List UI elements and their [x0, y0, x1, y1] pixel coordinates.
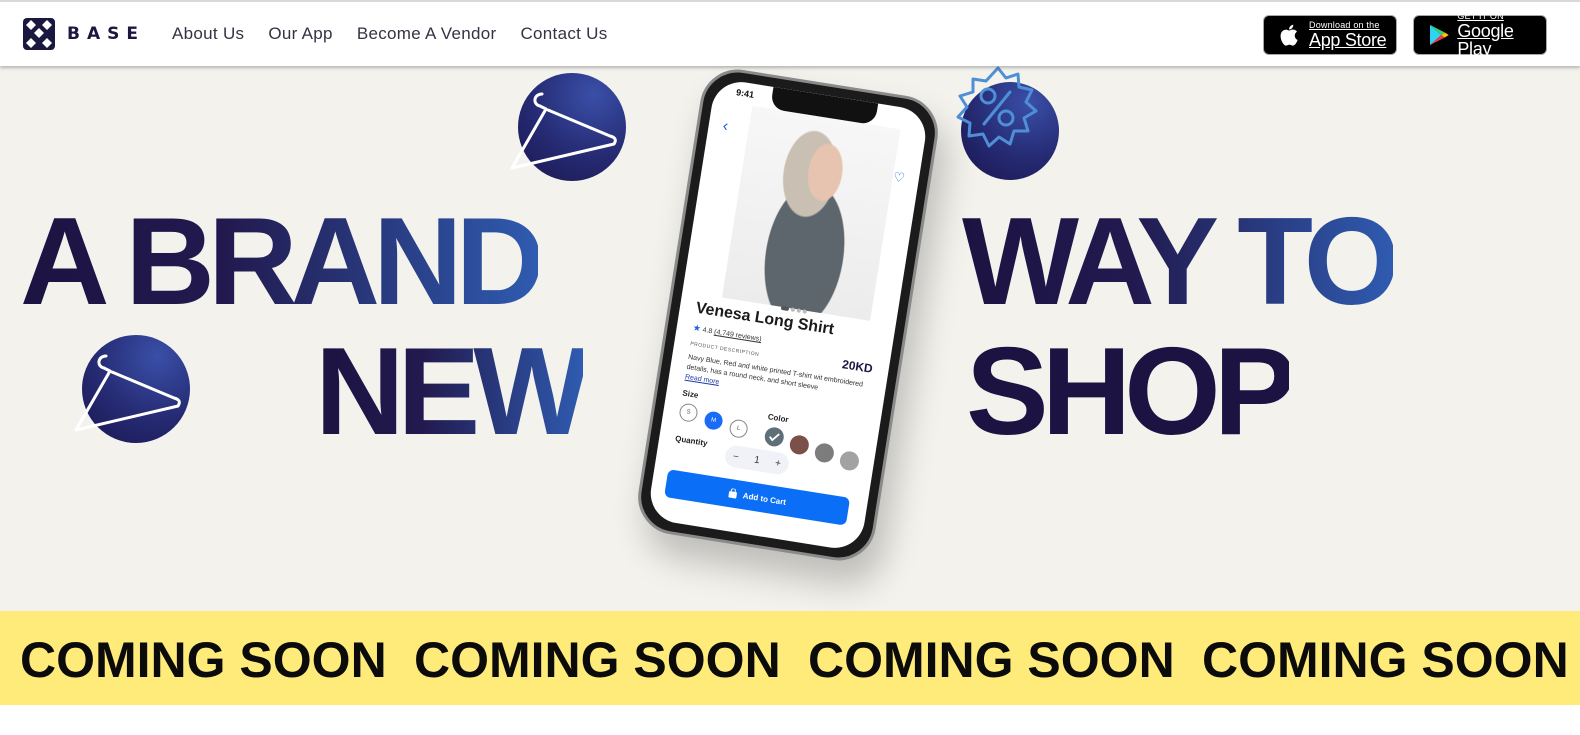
add-to-cart-label: Add to Cart	[742, 490, 787, 507]
app-store-big-text: App Store	[1309, 30, 1387, 50]
quantity-value: 1	[753, 454, 761, 466]
size-label: Size	[681, 388, 700, 400]
phone-mockup: 9:41 ‹ ♡ Venesa Long Shirt ★ 4.8 (4,749 …	[632, 66, 944, 566]
quantity-minus-button[interactable]: −	[732, 451, 739, 463]
color-swatch[interactable]	[788, 434, 811, 456]
google-play-big-text: Google Play	[1457, 21, 1514, 59]
color-label: Color	[767, 412, 790, 425]
size-chip-m[interactable]: M	[703, 410, 724, 431]
nav-our-app[interactable]: Our App	[268, 24, 332, 44]
app-store-small-text: Download on the	[1309, 20, 1380, 30]
google-play-small-text: GET IT ON	[1457, 11, 1504, 21]
color-swatch[interactable]	[813, 442, 836, 464]
star-icon: ★	[692, 322, 702, 334]
quantity-stepper: − 1 +	[723, 444, 791, 476]
color-swatch-selected[interactable]	[763, 425, 786, 448]
play-store-icon	[1430, 24, 1449, 46]
brand-logo[interactable]: BASE	[23, 18, 145, 50]
brand-name: BASE	[67, 24, 145, 44]
product-photo	[721, 105, 901, 321]
ticker-item: COMING SOON	[414, 632, 781, 688]
nav-become-a-vendor[interactable]: Become A Vendor	[357, 24, 497, 44]
hero-word-a-brand: A BRAND	[20, 193, 545, 331]
phone-frame: 9:41 ‹ ♡ Venesa Long Shirt ★ 4.8 (4,749 …	[632, 66, 944, 566]
color-swatch[interactable]	[838, 450, 861, 472]
apple-icon	[1280, 24, 1298, 46]
ticker-item: COMING SOON	[20, 632, 387, 688]
hero-section: A BRAND NEW WAY TO SHOP 9:41 ‹ ♡ Venesa …	[0, 66, 1580, 611]
size-chip-l[interactable]: L	[728, 418, 749, 439]
discount-badge-icon	[956, 66, 1038, 148]
site-header: BASE About Us Our App Become A Vendor Co…	[0, 0, 1580, 66]
product-price: 20KD	[841, 357, 874, 376]
review-count[interactable]: (4,749 reviews)	[714, 329, 762, 343]
main-nav: About Us Our App Become A Vendor Contact…	[172, 24, 632, 44]
nav-about-us[interactable]: About Us	[172, 24, 244, 44]
rating-value: 4.8	[702, 326, 713, 336]
google-play-button[interactable]: GET IT ON Google Play	[1413, 11, 1547, 59]
landing-page: BASE About Us Our App Become A Vendor Co…	[0, 0, 1580, 735]
status-time: 9:41	[735, 87, 755, 100]
back-arrow-icon[interactable]: ‹	[721, 118, 729, 137]
nav-contact-us[interactable]: Contact Us	[520, 24, 607, 44]
hanger-icon	[74, 354, 181, 432]
heart-icon[interactable]: ♡	[892, 169, 906, 187]
ticker-item: COMING SOON	[808, 632, 1175, 688]
diamond-grid-logo-icon	[23, 18, 55, 50]
phone-screen: 9:41 ‹ ♡ Venesa Long Shirt ★ 4.8 (4,749 …	[646, 77, 930, 553]
hero-word-shop: SHOP	[966, 323, 1296, 461]
coming-soon-ticker: COMING SOON COMING SOON COMING SOON COMI…	[0, 611, 1580, 705]
size-chip-s[interactable]: S	[678, 402, 699, 423]
hanger-icon	[510, 92, 617, 170]
hero-word-way-to: WAY TO	[962, 193, 1400, 331]
check-icon	[769, 433, 780, 442]
hero-word-new: NEW	[315, 323, 590, 461]
quantity-plus-button[interactable]: +	[774, 457, 781, 469]
app-store-button[interactable]: Download on the App Store	[1263, 15, 1397, 55]
add-to-cart-button[interactable]: Add to Cart	[664, 469, 851, 526]
bag-icon	[728, 488, 737, 499]
quantity-label: Quantity	[674, 433, 709, 448]
ticker-item: COMING SOON	[1202, 632, 1569, 688]
